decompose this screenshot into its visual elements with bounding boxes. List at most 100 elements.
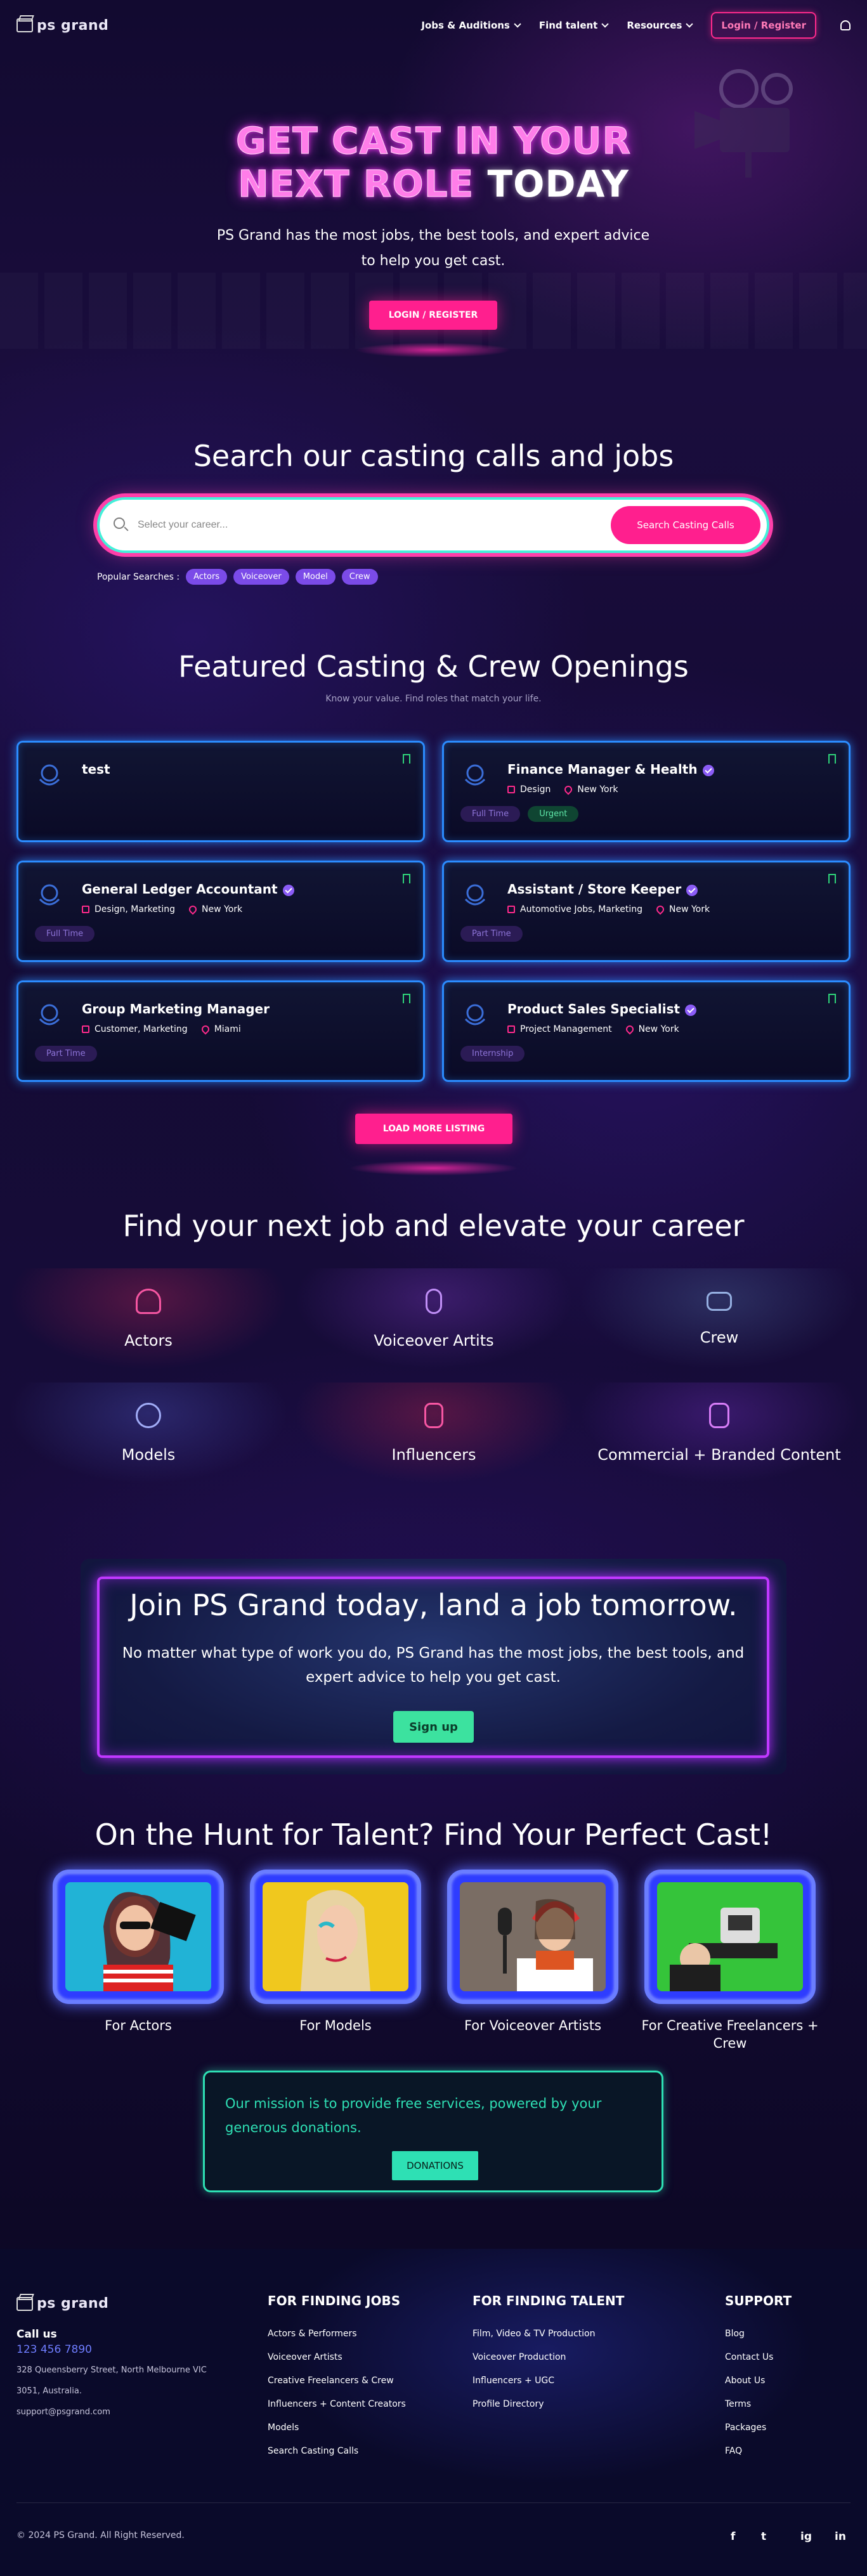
job-category-text: Design [520,784,551,795]
hero-login-button[interactable]: LOGIN / REGISTER [369,301,497,330]
chevron-down-icon [514,20,521,28]
job-title[interactable]: Finance Manager & Health [507,762,714,777]
job-tags: Part Time [35,1046,97,1062]
footer-link[interactable]: Models [268,2416,406,2440]
job-card[interactable]: General Ledger Accountant Design, Market… [16,861,425,962]
talent-label: For Actors [105,2018,172,2033]
job-title-text: Finance Manager & Health [507,762,698,777]
chip-crew[interactable]: Crew [341,569,378,585]
job-location: New York [655,904,710,915]
category-label: Influencers [391,1446,476,1464]
talent-card-actors[interactable] [53,1870,224,2004]
footer-link[interactable]: Packages [725,2416,792,2440]
footer-link[interactable]: Film, Video & TV Production [473,2322,624,2346]
footer-link[interactable]: Search Casting Calls [268,2440,406,2463]
talent-card-models[interactable] [250,1870,421,2004]
hero-title-line2-pink: NEXT ROLE [238,162,474,206]
page: ps grand Jobs & Auditions Find talent Re… [0,0,867,2576]
job-title[interactable]: General Ledger Accountant [82,881,294,897]
bell-icon[interactable] [840,20,851,30]
bookmark-icon[interactable] [403,754,410,764]
footer-link[interactable]: Profile Directory [473,2393,624,2416]
talent-card-crew[interactable] [644,1870,816,2004]
category-voiceover[interactable]: Voiceover Artits [294,1268,574,1370]
job-title[interactable]: Assistant / Store Keeper [507,881,698,897]
briefcase-icon [82,906,89,913]
category-models[interactable]: Models [8,1382,289,1484]
career-search-input[interactable] [138,512,582,538]
bookmark-icon[interactable] [828,994,836,1003]
login-register-button[interactable]: Login / Register [711,12,816,39]
briefcase-icon [507,906,515,913]
bookmark-icon[interactable] [403,874,410,883]
job-category: Customer, Marketing [82,1024,188,1034]
company-logo [464,764,486,786]
mission-text: Our mission is to provide free services,… [225,2096,602,2135]
verified-icon [702,764,714,776]
facebook-icon[interactable]: f [731,2530,735,2543]
footer-link[interactable]: Terms [725,2393,792,2416]
company-logo [464,884,486,906]
job-card[interactable]: Product Sales Specialist Project Managem… [442,980,851,1082]
tag-urgent: Urgent [528,806,579,822]
footer-divider [16,2502,851,2503]
load-more-button[interactable]: LOAD MORE LISTING [355,1114,512,1144]
footer-link[interactable]: Actors & Performers [268,2322,406,2346]
search-casting-calls-button[interactable]: Search Casting Calls [611,506,760,544]
category-influencers[interactable]: Influencers [294,1382,574,1484]
nav-jobs[interactable]: Jobs & Auditions [421,20,521,31]
footer-col-jobs: FOR FINDING JOBS Actors & Performers Voi… [268,2293,406,2463]
featured-subtitle: Know your value. Find roles that match y… [325,694,542,704]
job-card[interactable]: Assistant / Store Keeper Automotive Jobs… [442,861,851,962]
category-commercial[interactable]: Commercial + Branded Content [579,1382,859,1484]
job-title[interactable]: Group Marketing Manager [82,1001,270,1017]
talent-card-voiceover[interactable] [447,1870,618,2004]
chip-actors[interactable]: Actors [186,569,228,585]
bookmark-icon[interactable] [403,994,410,1003]
job-card[interactable]: Finance Manager & Health Design New York … [442,741,851,842]
instagram-icon[interactable]: ig [800,2530,812,2543]
job-title[interactable]: test [82,762,110,777]
job-meta: Project Management New York [507,1024,679,1035]
footer-link[interactable]: About Us [725,2369,792,2393]
linkedin-icon[interactable]: in [835,2530,846,2543]
chip-model[interactable]: Model [295,569,336,585]
bookmark-icon[interactable] [828,754,836,764]
talent-title: On the Hunt for Talent? Find Your Perfec… [95,1818,772,1852]
donations-button[interactable]: DONATIONS [392,2151,478,2180]
footer-link[interactable]: Influencers + Content Creators [268,2393,406,2416]
nav-resources[interactable]: Resources [627,20,694,31]
cta-text: No matter what type of work you do, PS G… [122,1645,745,1686]
footer-link[interactable]: Blog [725,2322,792,2346]
nav-find-talent[interactable]: Find talent [539,20,610,31]
footer-link[interactable]: Influencers + UGC [473,2369,624,2393]
job-category-text: Project Management [520,1024,612,1034]
logo[interactable]: ps grand [16,18,143,34]
phone-number[interactable]: 123 456 7890 [16,2343,207,2356]
button-glow [355,342,511,358]
clapper-icon [16,2296,33,2311]
category-crew[interactable]: Crew [579,1268,859,1370]
job-meta: Automotive Jobs, Marketing New York [507,904,710,915]
category-actors[interactable]: Actors [8,1268,289,1370]
signup-button[interactable]: Sign up [393,1711,474,1743]
address-line1: 328 Queensberry Street, North Melbourne … [16,2365,207,2375]
support-email[interactable]: support@psgrand.com [16,2402,207,2423]
category-label: Crew [700,1329,739,1346]
job-category-text: Customer, Marketing [95,1024,188,1034]
footer-link[interactable]: Creative Freelancers & Crew [268,2369,406,2393]
footer-logo[interactable]: ps grand [16,2296,143,2312]
footer: ps grand Call us 123 456 7890 328 Queens… [0,2249,867,2576]
job-title[interactable]: Product Sales Specialist [507,1001,697,1017]
job-card[interactable]: test [16,741,425,842]
chip-voiceover[interactable]: Voiceover [233,569,289,585]
bookmark-icon[interactable] [828,874,836,883]
search-icon [114,517,125,529]
job-card[interactable]: Group Marketing Manager Customer, Market… [16,980,425,1082]
twitter-icon[interactable]: t [761,2530,766,2543]
footer-link[interactable]: Voiceover Production [473,2346,624,2369]
footer-link[interactable]: Voiceover Artists [268,2346,406,2369]
footer-link[interactable]: FAQ [725,2440,792,2463]
footer-link[interactable]: Contact Us [725,2346,792,2369]
category-label: Commercial + Branded Content [597,1446,841,1464]
